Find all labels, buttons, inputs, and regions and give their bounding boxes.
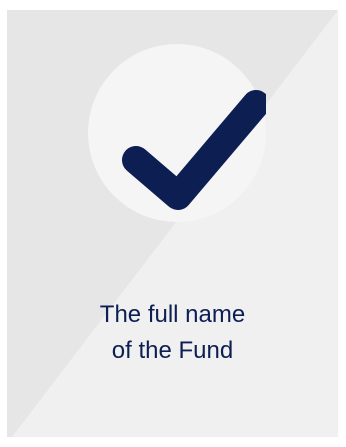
info-card: The full name of the Fund [7, 10, 338, 437]
card-caption: The full name of the Fund [7, 297, 338, 369]
caption-line-2: of the Fund [111, 337, 234, 364]
caption-line-1: The full name [99, 301, 246, 328]
checkmark-badge [88, 44, 266, 222]
checkmark-icon [122, 90, 266, 210]
